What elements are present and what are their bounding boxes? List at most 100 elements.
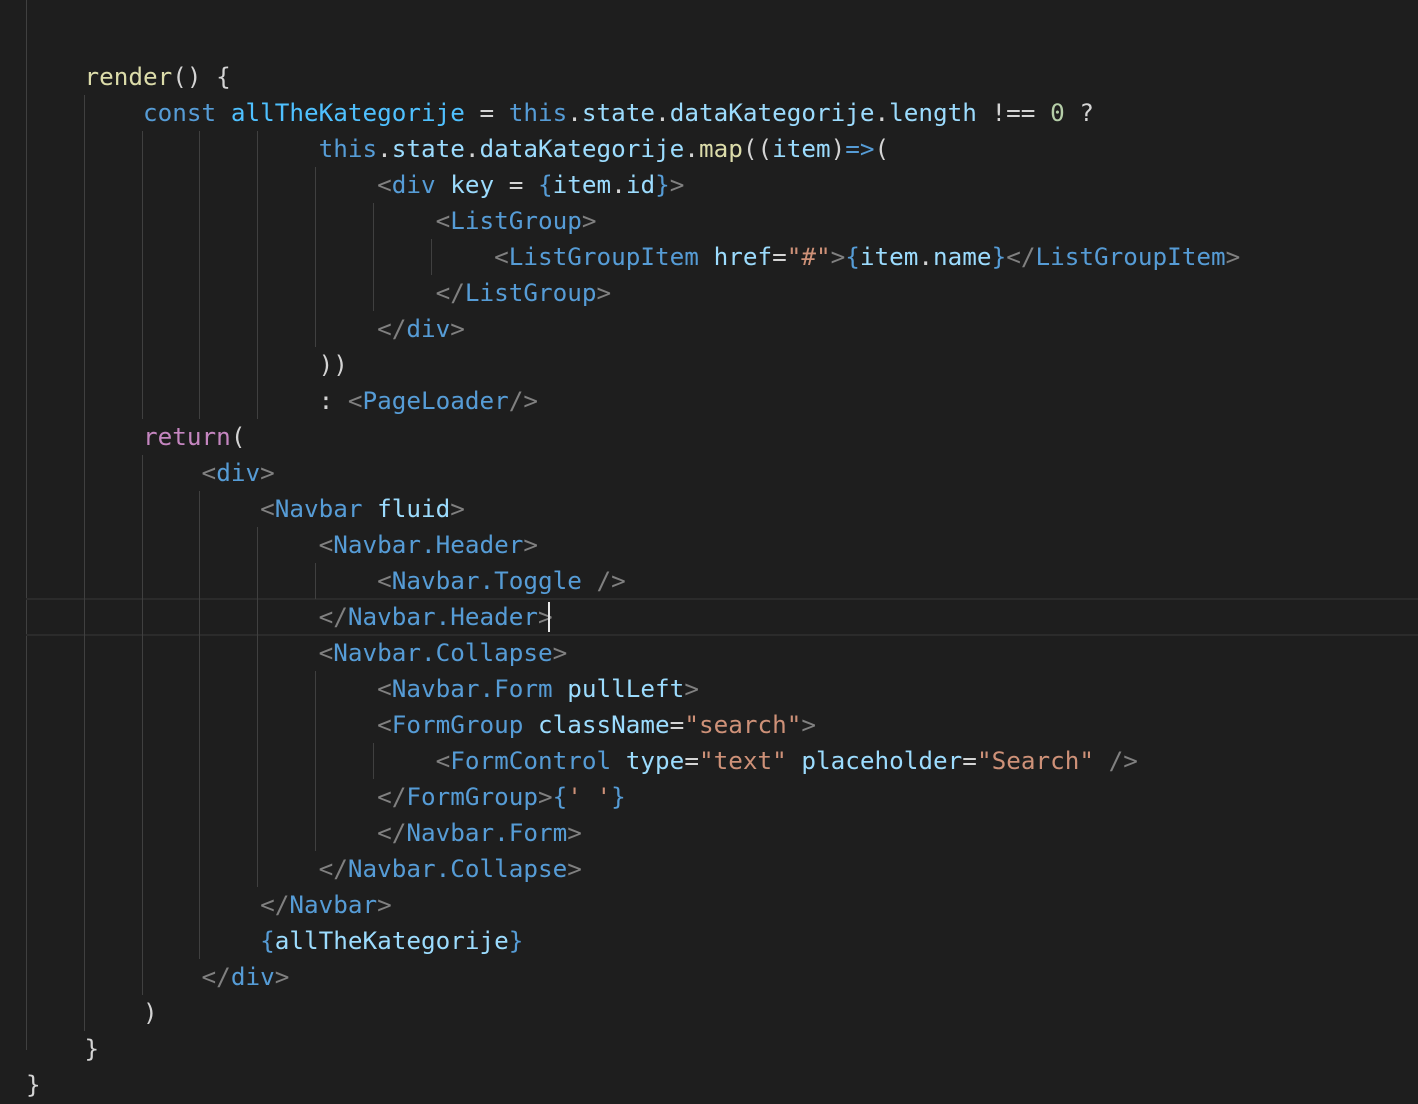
code-line[interactable]: const allTheKategorije = this.state.data… (26, 95, 1094, 131)
code-token-bracket: </ (377, 818, 407, 847)
code-token-variable: fluid (377, 494, 451, 523)
code-line[interactable]: <Navbar.Toggle /> (26, 563, 626, 599)
code-line[interactable]: <ListGroup> (26, 203, 597, 239)
code-token-bracket: > (596, 278, 612, 307)
code-token-tag: FormControl (450, 746, 612, 775)
code-token-tag: ListGroupItem (1035, 242, 1226, 271)
code-token-default: (( (742, 134, 773, 163)
code-token-bracket: > (538, 782, 553, 811)
code-token-bracket: > (538, 602, 553, 631)
code-token-default: . (377, 134, 392, 163)
code-token-bracket: </ (435, 278, 465, 307)
code-token-variable: placeholder (801, 746, 963, 775)
code-token-bracket: /> (508, 386, 539, 415)
code-line[interactable]: } (26, 1031, 100, 1067)
code-line[interactable]: </Navbar.Header> (26, 599, 553, 635)
code-token-variable: type (625, 746, 685, 775)
code-line[interactable]: )) (26, 347, 348, 383)
code-line[interactable]: <Navbar fluid> (26, 491, 465, 527)
code-token-bracket: > (450, 314, 465, 343)
code-token-variable: dataKategorije (479, 134, 685, 163)
code-line[interactable]: <div key = {item.id}> (26, 167, 684, 203)
code-token-bracket: > (801, 710, 816, 739)
code-token-default: ) (830, 134, 846, 163)
code-token-tag: Navbar.Header (333, 530, 524, 559)
code-token-bracket: > (274, 962, 290, 991)
code-token-bracket: </ (318, 854, 348, 883)
code-token-bracket: > (377, 890, 392, 919)
code-line[interactable]: ) (26, 995, 158, 1031)
code-token-tag: Navbar.Form (406, 818, 568, 847)
code-token-default (699, 242, 714, 271)
code-token-default (436, 170, 451, 199)
code-token-bracket: > (567, 854, 582, 883)
code-token-variable: state (391, 134, 465, 163)
code-token-default: : (318, 386, 348, 415)
code-token-default: . (684, 134, 699, 163)
code-token-tag: Navbar.Collapse (347, 854, 568, 883)
text-cursor (548, 602, 551, 632)
code-token-default: () { (172, 62, 231, 91)
code-line[interactable]: <FormGroup className="search"> (26, 707, 816, 743)
code-token-tag: Navbar.Collapse (333, 638, 553, 667)
code-line[interactable]: return( (26, 419, 245, 455)
code-token-bracket: </ (377, 314, 407, 343)
code-token-default: = (669, 710, 685, 739)
code-line[interactable]: <Navbar.Header> (26, 527, 538, 563)
code-token-default (582, 566, 597, 595)
code-token-default (611, 746, 626, 775)
code-token-number: 0 (1050, 98, 1065, 127)
code-line[interactable]: </ListGroup> (26, 275, 612, 311)
code-token-default: . (464, 134, 480, 163)
code-line[interactable]: } (26, 1067, 41, 1103)
code-token-default: . (655, 98, 670, 127)
code-line[interactable]: <Navbar.Form pullLeft> (26, 671, 699, 707)
code-token-tag: div (391, 170, 436, 199)
code-line[interactable]: : <PageLoader/> (26, 383, 538, 419)
code-line[interactable]: <Navbar.Collapse> (26, 635, 568, 671)
code-token-keyword: this (508, 98, 568, 127)
code-token-tag: div (406, 314, 451, 343)
code-token-bracket: < (318, 530, 334, 559)
code-editor[interactable]: render() { const allTheKategorije = this… (0, 0, 1418, 1104)
code-line[interactable]: render() { (26, 59, 231, 95)
code-token-bracket: > (552, 638, 568, 667)
code-token-bracket: > (523, 530, 539, 559)
code-token-variable: id (625, 170, 656, 199)
code-line[interactable]: this.state.dataKategorije.map((item)=>( (26, 131, 890, 167)
code-token-default: } (84, 1034, 100, 1063)
code-token-default: ( (230, 422, 246, 451)
code-token-variable: item (772, 134, 831, 163)
code-token-tag: Navbar.Form (391, 674, 553, 703)
code-line[interactable]: </div> (26, 311, 465, 347)
code-token-default: . (918, 242, 934, 271)
code-line[interactable]: </FormGroup>{' '} (26, 779, 626, 815)
code-token-variable: className (538, 710, 670, 739)
code-token-bracket: > (830, 242, 846, 271)
code-line[interactable]: {allTheKategorije} (26, 923, 523, 959)
code-line[interactable]: </Navbar.Form> (26, 815, 582, 851)
code-line[interactable]: <FormControl type="text" placeholder="Se… (26, 743, 1138, 779)
code-token-tag: FormGroup (406, 782, 538, 811)
code-line[interactable]: </Navbar.Collapse> (26, 851, 582, 887)
code-line[interactable]: <ListGroupItem href="#">{item.name}</Lis… (26, 239, 1240, 275)
code-line[interactable]: </div> (26, 959, 290, 995)
code-token-keyword: { (552, 782, 568, 811)
code-line[interactable]: <div> (26, 455, 275, 491)
code-token-tag: ListGroupItem (508, 242, 699, 271)
code-token-bracket: < (435, 206, 451, 235)
code-token-default (553, 674, 568, 703)
code-line[interactable]: </Navbar> (26, 887, 392, 923)
code-token-const: allTheKategorije (230, 98, 465, 127)
